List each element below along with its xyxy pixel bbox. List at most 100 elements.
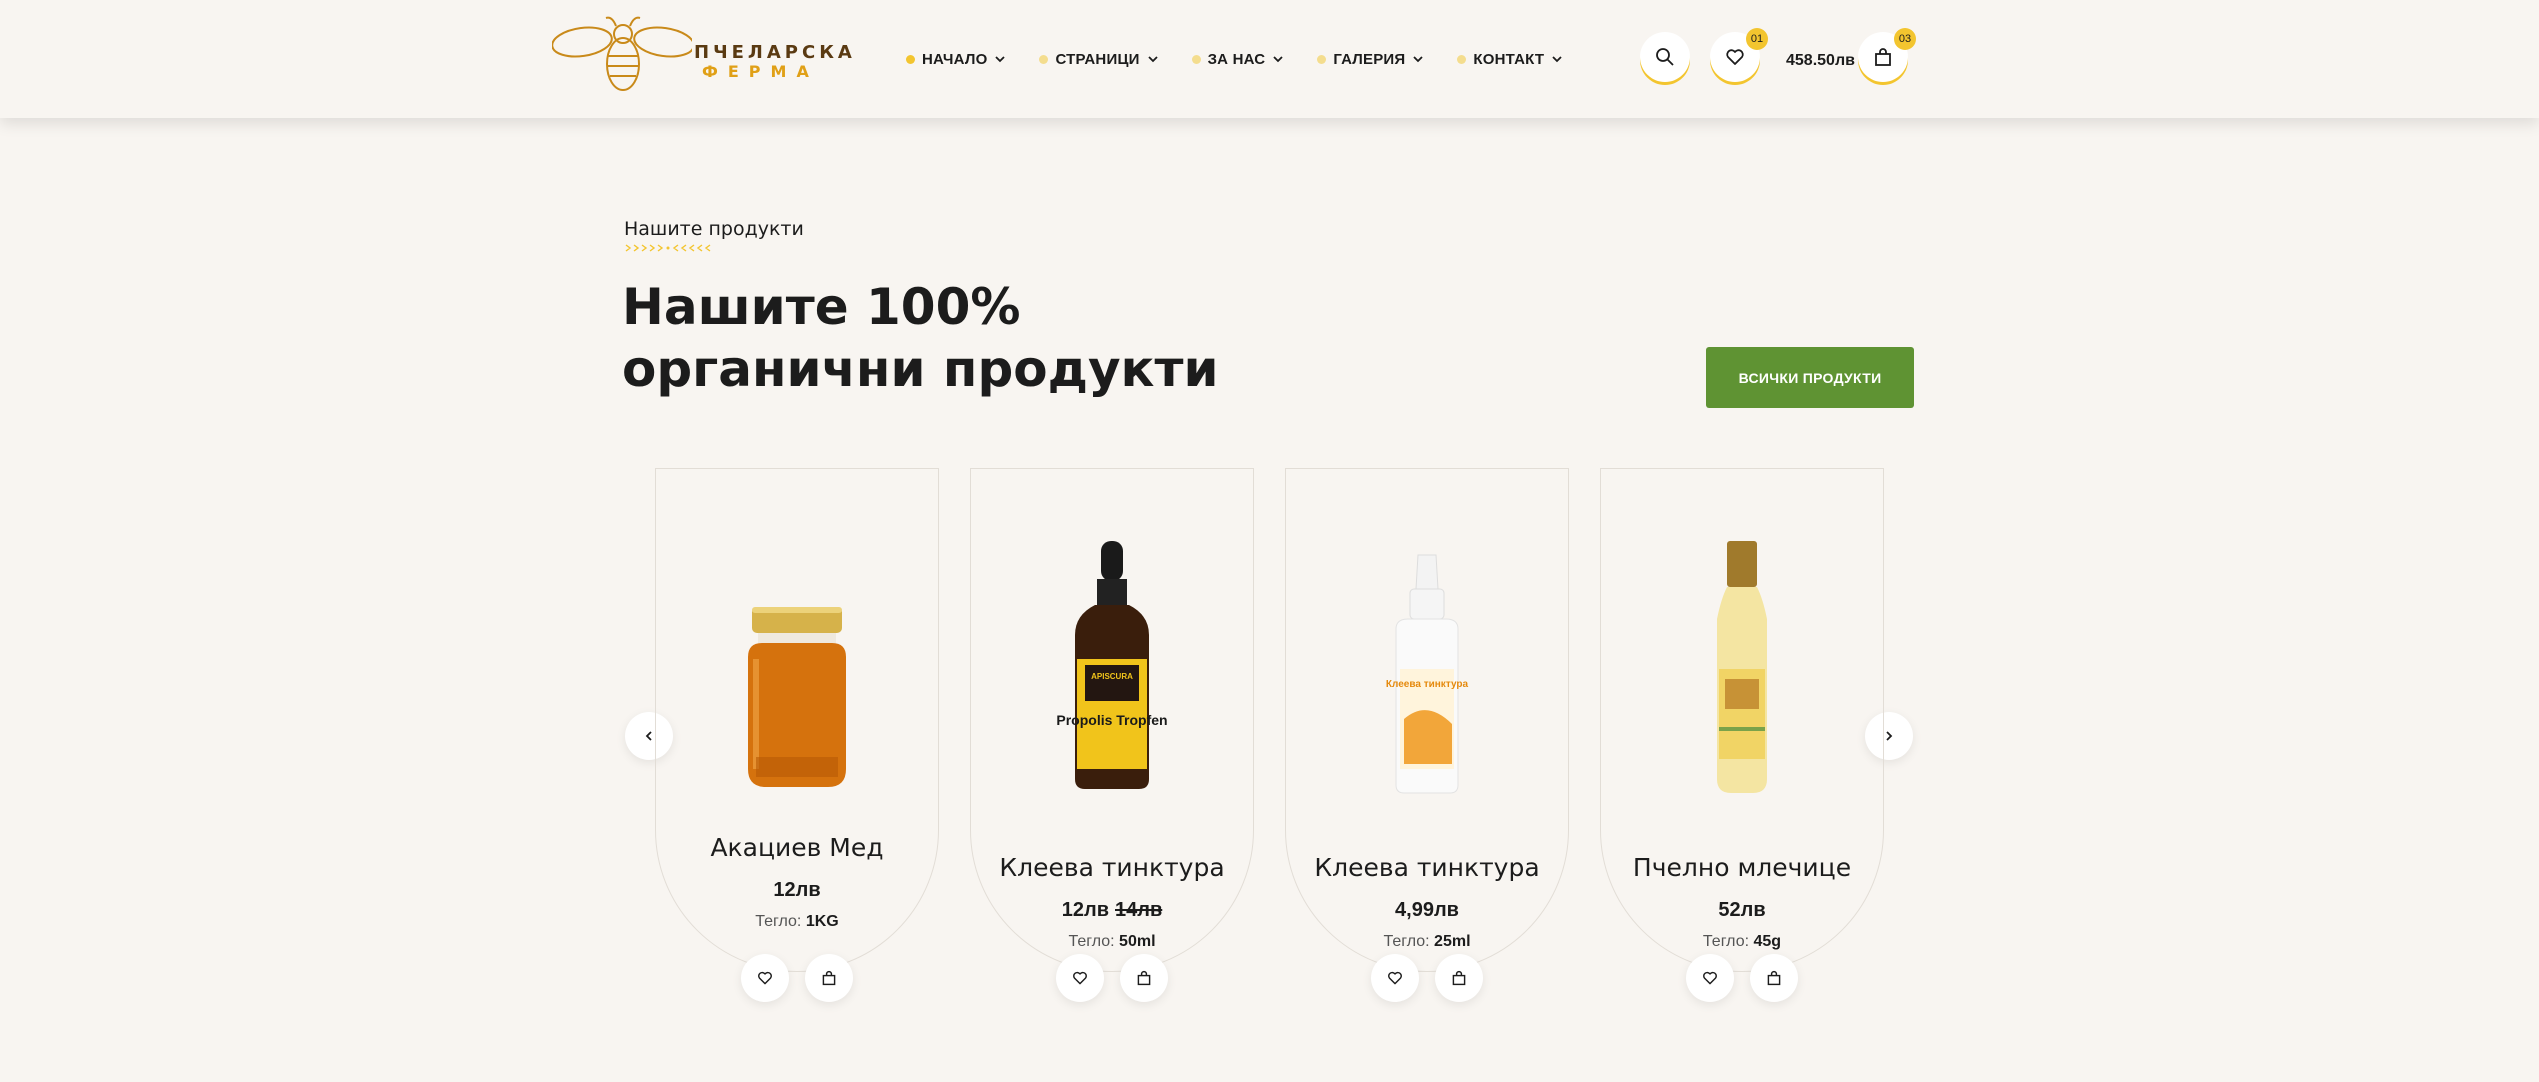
nav-item-contact[interactable]: КОНТАКТ	[1457, 47, 1562, 71]
royal-jelly-bottle-image	[1717, 541, 1767, 793]
honey-jar-image	[748, 607, 846, 787]
weight-value: 45g	[1753, 933, 1782, 950]
product-weight: Тегло: 25ml	[1286, 933, 1568, 951]
product-actions	[971, 954, 1253, 1002]
nav-item-gallery[interactable]: ГАЛЕРИЯ	[1317, 47, 1424, 71]
product-actions	[656, 954, 938, 1002]
product-weight: Тегло: 50ml	[971, 933, 1253, 951]
shopping-bag-icon	[1875, 48, 1891, 66]
product-card[interactable]: Клеева тинктура Клеева тинктура 4,99лв Т…	[1285, 468, 1569, 1002]
logo-text-top: ПЧЕЛАРСКА	[694, 42, 856, 63]
nav-item-pages[interactable]: СТРАНИЦИ	[1039, 47, 1158, 71]
product-image	[656, 597, 938, 797]
bottle-label-text: Клеева тинктура	[1386, 679, 1469, 690]
add-to-wishlist-button[interactable]	[1056, 954, 1104, 1002]
nav-dot-icon	[906, 54, 915, 64]
product-card[interactable]: Акациев Мед 12лв Тегло: 1KG	[655, 468, 939, 1002]
bottle-brand-text: APISCURA	[1091, 672, 1133, 681]
add-to-wishlist-button[interactable]	[741, 954, 789, 1002]
weight-value: 50ml	[1119, 933, 1156, 950]
heart-icon	[758, 971, 772, 985]
product-title[interactable]: Пчелно млечице	[1601, 853, 1883, 882]
chevron-down-icon	[1147, 56, 1158, 63]
chevron-left-icon	[645, 731, 652, 741]
weight-value: 25ml	[1434, 933, 1471, 950]
weight-label: Тегло:	[1702, 933, 1750, 950]
nav-dot-icon	[1039, 54, 1049, 64]
nav-item-home[interactable]: НАЧАЛО	[906, 47, 1006, 71]
bottle-label-text: Propolis Tropfen	[1056, 712, 1167, 728]
shopping-bag-icon	[1137, 970, 1151, 986]
product-weight: Тегло: 45g	[1601, 933, 1883, 951]
chevron-down-icon	[1552, 56, 1562, 63]
product-title[interactable]: Акациев Мед	[656, 833, 938, 862]
product-image	[1601, 539, 1883, 799]
product-actions	[1286, 954, 1568, 1002]
weight-label: Тегло:	[1383, 933, 1430, 950]
shopping-bag-icon	[1767, 970, 1781, 986]
heart-icon	[1726, 49, 1744, 65]
nav-dot-icon	[1191, 54, 1201, 64]
product-price: 12лв	[656, 879, 938, 902]
cart-total: 458.50лв	[1786, 52, 1855, 69]
nav-item-label: ГАЛЕРИЯ	[1333, 50, 1406, 68]
cart-button[interactable]: 03	[1858, 28, 1916, 82]
product-title[interactable]: Клеева тинктура	[971, 853, 1253, 882]
all-products-button[interactable]: ВСИЧКИ ПРОДУКТИ	[1706, 347, 1914, 408]
tincture-bottle-image: Клеева тинктура	[1386, 554, 1469, 794]
heart-icon	[1388, 971, 1402, 985]
price-current: 12лв	[773, 879, 821, 901]
heart-icon	[1073, 971, 1087, 985]
nav-dot-icon	[1457, 54, 1467, 64]
wishlist-button[interactable]: 01	[1710, 28, 1768, 82]
price-current: 4,99лв	[1395, 899, 1459, 921]
search-button[interactable]	[1640, 32, 1690, 82]
nav-item-label: НАЧАЛО	[922, 50, 988, 68]
weight-value: 1KG	[805, 913, 839, 930]
site-header: ПЧЕЛАРСКА ФЕРМА НАЧАЛО СТРАНИЦИ ЗА НАС Г…	[0, 0, 2539, 118]
chevron-down-icon	[995, 56, 1006, 63]
product-card[interactable]: Пчелно млечице 52лв Тегло: 45g	[1600, 468, 1884, 1002]
price-current: 52лв	[1718, 899, 1766, 921]
heart-icon	[1703, 971, 1717, 985]
add-to-cart-button[interactable]	[805, 954, 853, 1002]
cart-count-badge: 03	[1894, 28, 1916, 50]
product-image: Клеева тинктура	[1286, 549, 1568, 799]
weight-label: Тегло:	[1068, 933, 1115, 950]
chevron-down-icon	[1273, 56, 1283, 63]
product-weight: Тегло: 1KG	[656, 913, 938, 931]
price-old: 14лв	[1115, 899, 1163, 921]
product-actions	[1601, 954, 1883, 1002]
product-price: 52лв	[1601, 899, 1883, 922]
product-image: APISCURA Propolis Tropfen	[971, 539, 1253, 799]
decorative-arrows-icon	[625, 244, 711, 252]
nav-item-label: СТРАНИЦИ	[1055, 50, 1140, 68]
price-current: 12лв	[1061, 899, 1109, 921]
add-to-cart-button[interactable]	[1435, 954, 1483, 1002]
main-nav: НАЧАЛО СТРАНИЦИ ЗА НАС ГАЛЕРИЯ КОНТАКТ	[906, 47, 1596, 71]
section-title-line1: Нашите 100%	[622, 278, 1021, 336]
nav-item-label: ЗА НАС	[1207, 50, 1266, 68]
logo-text-bottom: ФЕРМА	[702, 62, 819, 81]
shopping-bag-icon	[1452, 970, 1466, 986]
nav-item-label: КОНТАКТ	[1473, 50, 1545, 68]
add-to-cart-button[interactable]	[1750, 954, 1798, 1002]
nav-item-about[interactable]: ЗА НАС	[1191, 47, 1284, 71]
product-price: 4,99лв	[1286, 899, 1568, 922]
propolis-dropper-bottle-image: APISCURA Propolis Tropfen	[1056, 541, 1168, 789]
weight-label: Тегло:	[755, 913, 802, 930]
add-to-cart-button[interactable]	[1120, 954, 1168, 1002]
section-title: Нашите 100% органични продукти	[622, 276, 1522, 400]
bee-logo-icon	[551, 16, 695, 91]
shopping-bag-icon	[822, 970, 836, 986]
add-to-wishlist-button[interactable]	[1686, 954, 1734, 1002]
product-card[interactable]: APISCURA Propolis Tropfen Клеева тинктур…	[970, 468, 1254, 1002]
section-title-line2: органични продукти	[622, 340, 1219, 398]
search-icon	[1656, 48, 1674, 66]
chevron-down-icon	[1413, 56, 1424, 63]
site-logo[interactable]: ПЧЕЛАРСКА ФЕРМА	[551, 14, 852, 94]
chevron-right-icon	[1886, 731, 1893, 741]
product-title[interactable]: Клеева тинктура	[1286, 853, 1568, 882]
add-to-wishlist-button[interactable]	[1371, 954, 1419, 1002]
wishlist-count-badge: 01	[1746, 28, 1768, 50]
